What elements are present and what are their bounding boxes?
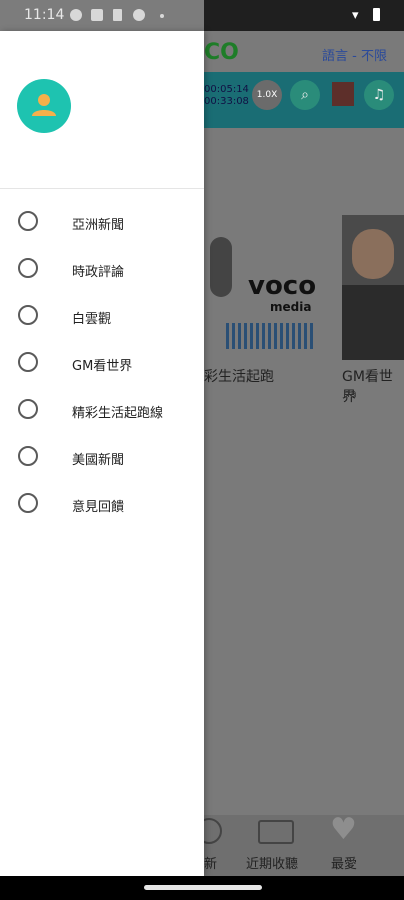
app-title: CO: [204, 40, 239, 65]
speed-button[interactable]: 1.0X: [252, 80, 282, 110]
card-title: GM看世界: [342, 369, 393, 405]
time-elapsed: 00:05:14: [204, 84, 249, 95]
menu-item-label: 精彩生活起跑線: [72, 406, 164, 421]
menu-item-label: 時政評論: [72, 265, 125, 280]
menu-item-label: 意見回饋: [72, 500, 125, 515]
data-saver-icon: [133, 9, 145, 21]
battery-icon: [373, 8, 380, 21]
menu-item-label: 美國新聞: [72, 453, 125, 468]
program-card-voco[interactable]: voco media: [204, 215, 322, 360]
menu-item-feedback[interactable]: 意見回饋: [0, 484, 204, 524]
host-photo: [352, 229, 394, 279]
card-title: 彩生活起跑: [204, 369, 274, 385]
time-total: 00:33:08: [204, 96, 249, 107]
tab-recent[interactable]: 近期收聽: [246, 853, 298, 872]
player-time: 00:05:14 00:33:08: [204, 84, 249, 108]
menu-item-baiyun[interactable]: 白雲觀: [0, 296, 204, 336]
status-bar: 11:14 ▾: [0, 0, 404, 31]
radio-icon[interactable]: [18, 352, 38, 372]
search-icon[interactable]: ⌕: [290, 80, 320, 110]
radio-icon[interactable]: [18, 211, 38, 231]
radio-icon[interactable]: [18, 446, 38, 466]
wifi-icon: ▾: [352, 8, 359, 23]
status-time: 11:14: [24, 7, 65, 23]
tab-favorites[interactable]: 最愛: [331, 853, 357, 872]
menu-item-label: GM看世界: [72, 359, 133, 374]
menu-item-label: 亞洲新聞: [72, 218, 125, 233]
navigation-drawer: 亞洲新聞 時政評論 白雲觀 GM看世界 精彩生活起跑線 美國新聞 意見回饋: [0, 31, 204, 876]
menu-item-commentary[interactable]: 時政評論: [0, 249, 204, 289]
menu-item-gm-world[interactable]: GM看世界: [0, 343, 204, 383]
menu-item-asia-news[interactable]: 亞洲新聞: [0, 202, 204, 242]
microphone-icon: [210, 237, 232, 297]
radio-icon[interactable]: [18, 258, 38, 278]
user-avatar[interactable]: [17, 79, 71, 133]
radio-icon[interactable]: [18, 305, 38, 325]
menu-item-life[interactable]: 精彩生活起跑線: [0, 390, 204, 430]
program-card-gm[interactable]: [342, 215, 404, 360]
voco-logo-text: voco: [248, 271, 317, 301]
video-icon[interactable]: [332, 82, 354, 106]
home-gesture-handle[interactable]: [144, 885, 262, 890]
waveform-graphic: [226, 323, 316, 349]
sim-icon: [113, 9, 122, 21]
heart-icon: ♥: [330, 812, 357, 847]
radio-icon[interactable]: [18, 399, 38, 419]
router-icon: [258, 820, 294, 844]
voco-logo-sub: media: [270, 300, 312, 314]
background-app: [204, 31, 404, 876]
drawer-divider: [0, 188, 204, 189]
host-suit: [342, 285, 404, 360]
more-notifications-dot: [160, 14, 164, 18]
tab-new[interactable]: 新: [204, 853, 217, 872]
menu-item-label: 白雲觀: [72, 312, 112, 327]
music-note-icon[interactable]: ♫: [364, 80, 394, 110]
menu-item-us-news[interactable]: 美國新聞: [0, 437, 204, 477]
notification-icon: [70, 9, 82, 21]
radio-icon[interactable]: [18, 493, 38, 513]
bottom-nav: [204, 815, 404, 876]
settings-icon: [91, 9, 103, 21]
card-subtitle: na: [343, 387, 357, 400]
language-filter-link[interactable]: 語言 - 不限: [322, 45, 387, 64]
person-icon: [32, 94, 56, 116]
